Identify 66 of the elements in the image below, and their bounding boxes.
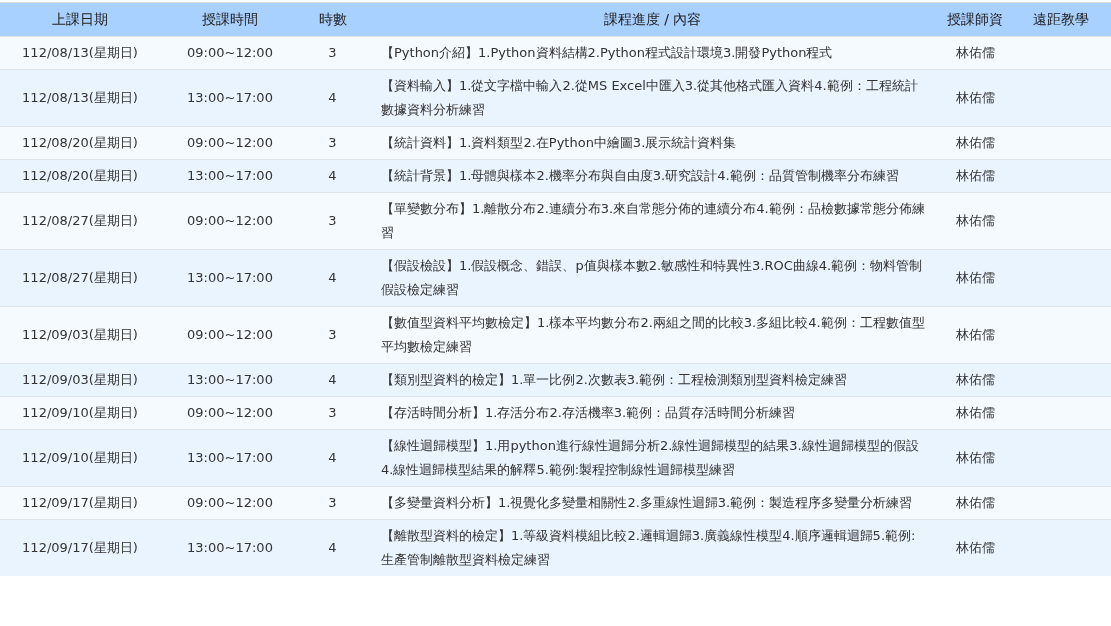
time-cell: 13:00~17:00 (160, 159, 300, 193)
content-cell: 【Python介紹】1.Python資料結構2.Python程式設計環境3.開發Python程式 (365, 36, 940, 70)
time-cell: 09:00~12:00 (160, 306, 300, 364)
content-cell: 【數值型資料平均數檢定】1.樣本平均數分布2.兩組之間的比較3.多組比較4.範例：工程數值型平均數檢定練習 (365, 306, 940, 364)
content-cell: 【存活時間分析】1.存活分布2.存活機率3.範例：品質存活時間分析練習 (365, 396, 940, 430)
hours-cell: 3 (300, 126, 365, 160)
date-cell: 112/08/27(星期日) (0, 192, 160, 250)
column-header: 授課師資 (940, 2, 1010, 37)
hours-cell: 4 (300, 69, 365, 127)
teacher-cell: 林佑儒 (940, 519, 1010, 576)
column-header: 授課時間 (160, 2, 300, 37)
date-cell: 112/08/20(星期日) (0, 159, 160, 193)
time-cell: 09:00~12:00 (160, 126, 300, 160)
content-cell: 【線性迴歸模型】1.用python進行線性迴歸分析2.線性迴歸模型的結果3.線性迴歸模型的假設4.線性迴歸模型結果的解釋5.範例:製程控制線性迴歸模型練習 (365, 429, 940, 487)
content-cell: 【多變量資料分析】1.視覺化多變量相關性2.多重線性迴歸3.範例：製造程序多變量分析練習 (365, 486, 940, 520)
time-cell: 09:00~12:00 (160, 192, 300, 250)
column-header: 時數 (300, 2, 365, 37)
date-cell: 112/08/20(星期日) (0, 126, 160, 160)
date-cell: 112/08/27(星期日) (0, 249, 160, 307)
hours-cell: 3 (300, 486, 365, 520)
hours-cell: 4 (300, 159, 365, 193)
teacher-cell: 林佑儒 (940, 486, 1010, 520)
time-cell: 09:00~12:00 (160, 36, 300, 70)
hours-cell: 3 (300, 396, 365, 430)
teacher-cell: 林佑儒 (940, 36, 1010, 70)
content-cell: 【資料輸入】1.從文字檔中輸入2.從MS Excel中匯入3.從其他格式匯入資料4.範例：工程統計數據資料分析練習 (365, 69, 940, 127)
hours-cell: 4 (300, 429, 365, 487)
content-cell: 【統計資料】1.資料類型2.在Python中繪圖3.展示統計資料集 (365, 126, 940, 160)
time-cell: 13:00~17:00 (160, 519, 300, 576)
hours-cell: 3 (300, 36, 365, 70)
hours-cell: 4 (300, 249, 365, 307)
date-cell: 112/09/03(星期日) (0, 306, 160, 364)
time-cell: 09:00~12:00 (160, 396, 300, 430)
date-cell: 112/09/17(星期日) (0, 519, 160, 576)
time-cell: 13:00~17:00 (160, 249, 300, 307)
content-cell: 【假設檢設】1.假設概念、錯誤、p值與樣本數2.敏感性和特異性3.ROC曲線4.範例：物料管制假設檢定練習 (365, 249, 940, 307)
hours-cell: 4 (300, 519, 365, 576)
teacher-cell: 林佑儒 (940, 363, 1010, 397)
content-cell: 【統計背景】1.母體與樣本2.機率分布與自由度3.研究設計4.範例：品質管制機率分布練習 (365, 159, 940, 193)
date-cell: 112/09/10(星期日) (0, 429, 160, 487)
time-cell: 09:00~12:00 (160, 486, 300, 520)
teacher-cell: 林佑儒 (940, 429, 1010, 487)
hours-cell: 3 (300, 192, 365, 250)
teacher-cell: 林佑儒 (940, 69, 1010, 127)
content-cell: 【類別型資料的檢定】1.單一比例2.次數表3.範例：工程檢測類別型資料檢定練習 (365, 363, 940, 397)
date-cell: 112/09/17(星期日) (0, 486, 160, 520)
teacher-cell: 林佑儒 (940, 159, 1010, 193)
content-cell: 【離散型資料的檢定】1.等級資料模組比較2.邏輯迴歸3.廣義線性模型4.順序邏輯迴歸5.範例:生產管制離散型資料檢定練習 (365, 519, 940, 576)
hours-cell: 4 (300, 363, 365, 397)
date-cell: 112/09/10(星期日) (0, 396, 160, 430)
hours-cell: 3 (300, 306, 365, 364)
content-cell: 【單變數分布】1.離散分布2.連續分布3.來自常態分佈的連續分布4.範例：品檢數據常態分佈練習 (365, 192, 940, 250)
teacher-cell: 林佑儒 (940, 192, 1010, 250)
column-header: 遠距教學 (1010, 2, 1111, 37)
time-cell: 13:00~17:00 (160, 363, 300, 397)
column-header: 課程進度 / 內容 (365, 2, 940, 37)
date-cell: 112/08/13(星期日) (0, 69, 160, 127)
teacher-cell: 林佑儒 (940, 396, 1010, 430)
column-header: 上課日期 (0, 2, 160, 37)
teacher-cell: 林佑儒 (940, 126, 1010, 160)
teacher-cell: 林佑儒 (940, 249, 1010, 307)
date-cell: 112/09/03(星期日) (0, 363, 160, 397)
date-cell: 112/08/13(星期日) (0, 36, 160, 70)
time-cell: 13:00~17:00 (160, 429, 300, 487)
time-cell: 13:00~17:00 (160, 69, 300, 127)
teacher-cell: 林佑儒 (940, 306, 1010, 364)
